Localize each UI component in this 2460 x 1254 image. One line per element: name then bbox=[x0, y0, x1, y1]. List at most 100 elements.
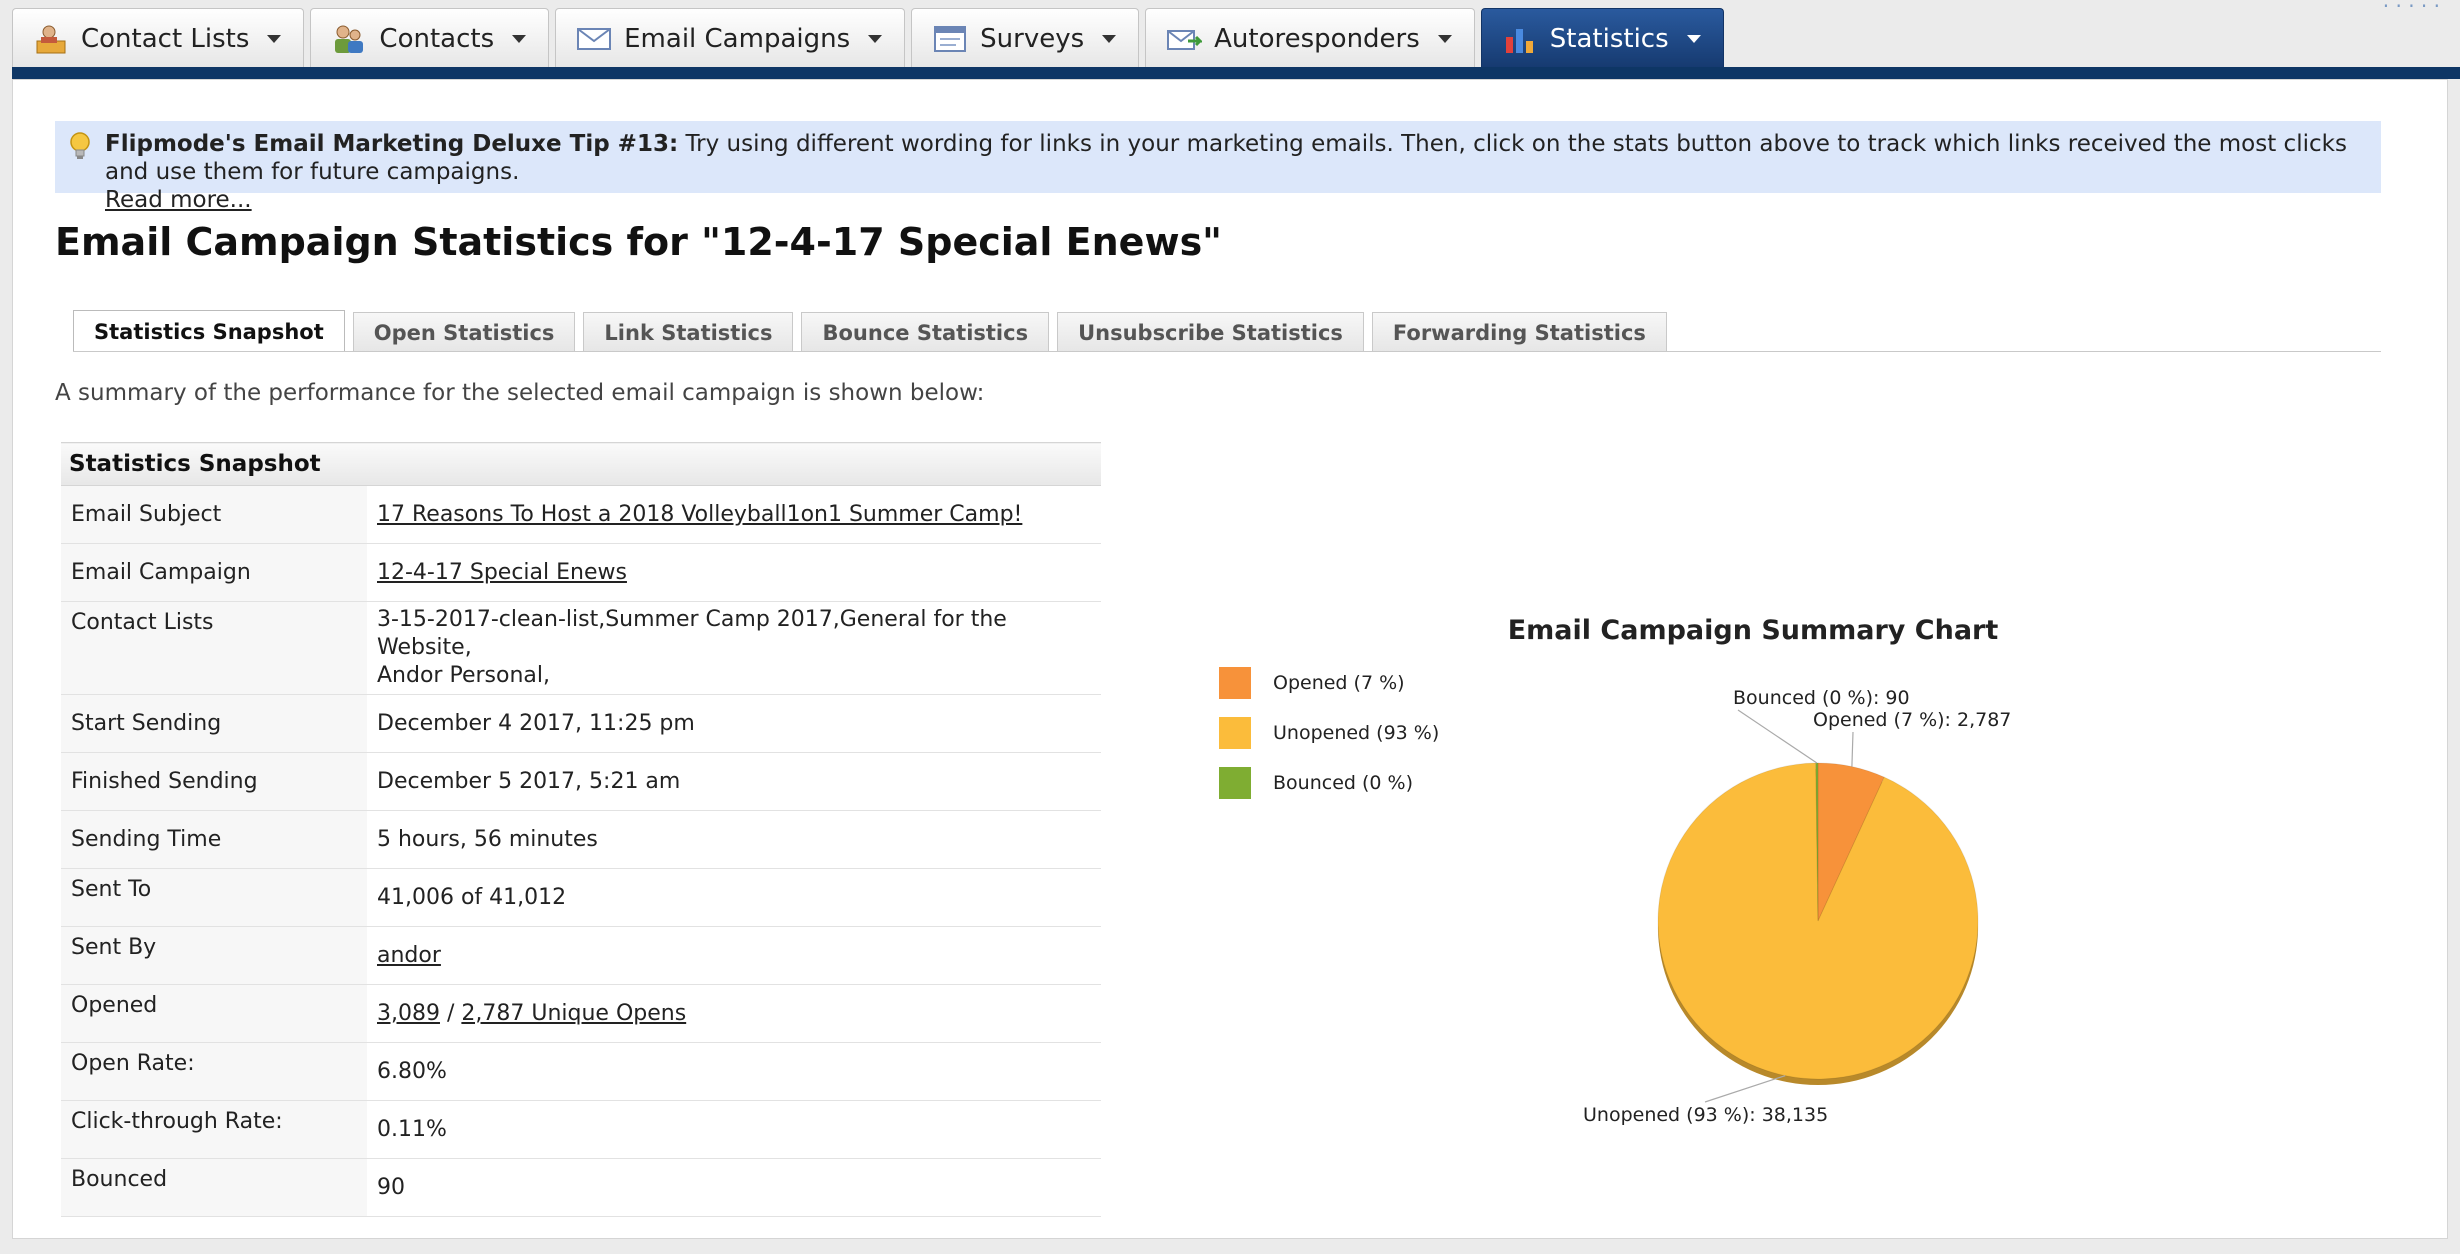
contact-lists-value: 3-15-2017-clean-list,Summer Camp 2017,Ge… bbox=[377, 607, 1007, 660]
nav-tab-label: Surveys bbox=[980, 23, 1085, 54]
sent-to-value: 41,006 of 41,012 bbox=[367, 868, 1101, 927]
statistics-snapshot-table: Statistics Snapshot Email Subject 17 Rea… bbox=[61, 442, 1101, 1217]
chevron-down-icon bbox=[1102, 34, 1117, 43]
start-sending-value: December 4 2017, 11:25 pm bbox=[367, 694, 1101, 753]
table-row-click-through-rate: Click-through Rate: 0.11% bbox=[61, 1100, 1101, 1159]
survey-icon bbox=[932, 23, 968, 55]
nav-tab-label: Contacts bbox=[379, 23, 495, 54]
row-label: Email Subject bbox=[61, 485, 367, 544]
subtab-divider bbox=[73, 351, 2381, 352]
lightbulb-icon bbox=[67, 131, 93, 161]
sent-by-link[interactable]: andor bbox=[377, 943, 441, 968]
tab-link-statistics[interactable]: Link Statistics bbox=[583, 312, 794, 352]
table-row-finished-sending: Finished Sending December 5 2017, 5:21 a… bbox=[61, 752, 1101, 811]
table-row-bounced: Bounced 90 bbox=[61, 1158, 1101, 1217]
leader-line-bounced bbox=[1737, 709, 1818, 764]
legend-item-unopened: Unopened (93 %) bbox=[1219, 708, 1439, 758]
content-panel: Flipmode's Email Marketing Deluxe Tip #1… bbox=[12, 79, 2448, 1239]
opens-separator: / bbox=[439, 1001, 462, 1026]
legend-label: Opened (7 %) bbox=[1273, 672, 1405, 694]
row-label: Sending Time bbox=[61, 810, 367, 869]
table-row-contact-lists: Contact Lists 3-15-2017-clean-list,Summe… bbox=[61, 601, 1101, 695]
email-campaign-link[interactable]: 12-4-17 Special Enews bbox=[377, 560, 627, 585]
read-more-link[interactable]: Read more... bbox=[105, 187, 252, 213]
nav-tab-label: Email Campaigns bbox=[624, 23, 851, 54]
email-subject-link[interactable]: 17 Reasons To Host a 2018 Volleyball1on1… bbox=[377, 502, 1022, 527]
chevron-down-icon bbox=[1437, 34, 1452, 43]
legend-swatch-unopened bbox=[1219, 717, 1251, 749]
tab-forwarding-statistics[interactable]: Forwarding Statistics bbox=[1371, 312, 1667, 352]
leader-line-unopened bbox=[1704, 1075, 1786, 1103]
nav-tab-contact-lists[interactable]: Contact Lists bbox=[12, 8, 305, 68]
row-label: Bounced bbox=[61, 1158, 367, 1217]
summary-pie-chart: Opened (7 %): 2,787 Unopened (93 %): 38,1… bbox=[1583, 687, 2011, 1126]
row-label: Click-through Rate: bbox=[61, 1100, 367, 1159]
summary-text: A summary of the performance for the sel… bbox=[55, 380, 985, 406]
contact-lists-icon bbox=[33, 23, 69, 55]
tip-title: Flipmode's Email Marketing Deluxe Tip #1… bbox=[105, 131, 679, 157]
chart-title: Email Campaign Summary Chart bbox=[1507, 615, 1999, 646]
legend-item-opened: Opened (7 %) bbox=[1219, 658, 1439, 708]
table-row-open-rate: Open Rate: 6.80% bbox=[61, 1042, 1101, 1101]
slice-label-opened: Opened (7 %): 2,787 bbox=[1813, 709, 2011, 731]
tab-unsubscribe-statistics[interactable]: Unsubscribe Statistics bbox=[1057, 312, 1364, 352]
row-label: Sent To bbox=[61, 868, 367, 927]
chevron-down-icon bbox=[1686, 34, 1701, 43]
row-label: Start Sending bbox=[61, 694, 367, 753]
table-heading: Statistics Snapshot bbox=[61, 442, 1101, 486]
slice-label-bounced: Bounced (0 %): 90 bbox=[1733, 687, 1910, 709]
table-row-sent-by: Sent By andor bbox=[61, 926, 1101, 985]
tab-statistics-snapshot[interactable]: Statistics Snapshot bbox=[73, 310, 345, 352]
envelope-icon bbox=[576, 23, 612, 55]
main-nav: Contact Lists Contacts Email Campaigns S… bbox=[12, 8, 1724, 68]
top-bar: · · · · · Contact Lists Contacts Email C… bbox=[0, 0, 2460, 72]
row-label: Open Rate: bbox=[61, 1042, 367, 1101]
tab-open-statistics[interactable]: Open Statistics bbox=[352, 312, 576, 352]
tab-bounce-statistics[interactable]: Bounce Statistics bbox=[801, 312, 1050, 352]
nav-divider bbox=[12, 67, 2460, 79]
legend-label: Bounced (0 %) bbox=[1273, 772, 1413, 794]
nav-tab-email-campaigns[interactable]: Email Campaigns bbox=[555, 8, 906, 68]
chevron-down-icon bbox=[868, 34, 883, 43]
nav-tab-autoresponders[interactable]: Autoresponders bbox=[1145, 8, 1475, 68]
table-row-opened: Opened 3,089 / 2,787 Unique Opens bbox=[61, 984, 1101, 1043]
contact-lists-value-cont: Andor Personal, bbox=[377, 663, 550, 688]
legend-swatch-bounced bbox=[1219, 767, 1251, 799]
table-row-sent-to: Sent To 41,006 of 41,012 bbox=[61, 868, 1101, 927]
row-label: Sent By bbox=[61, 926, 367, 985]
legend-label: Unopened (93 %) bbox=[1273, 722, 1440, 744]
table-row-start-sending: Start Sending December 4 2017, 11:25 pm bbox=[61, 694, 1101, 753]
legend-item-bounced: Bounced (0 %) bbox=[1219, 758, 1439, 808]
nav-tab-contacts[interactable]: Contacts bbox=[310, 8, 550, 68]
nav-tab-label: Autoresponders bbox=[1214, 23, 1420, 54]
bar-chart-icon bbox=[1502, 23, 1538, 55]
chart-legend: Opened (7 %) Unopened (93 %) Bounced (0 … bbox=[1219, 658, 1439, 808]
bounced-value: 90 bbox=[367, 1158, 1101, 1217]
nav-tab-surveys[interactable]: Surveys bbox=[911, 8, 1140, 68]
chevron-down-icon bbox=[267, 34, 282, 43]
row-label: Email Campaign bbox=[61, 543, 367, 602]
sending-time-value: 5 hours, 56 minutes bbox=[367, 810, 1101, 869]
slice-label-unopened: Unopened (93 %): 38,135 bbox=[1583, 1104, 1828, 1126]
nav-tab-statistics[interactable]: Statistics bbox=[1480, 8, 1724, 68]
unique-opens-link[interactable]: 2,787 Unique Opens bbox=[461, 1001, 686, 1026]
statistics-subtabs: Statistics Snapshot Open Statistics Link… bbox=[73, 310, 1667, 352]
row-label: Opened bbox=[61, 984, 367, 1043]
table-row-email-subject: Email Subject 17 Reasons To Host a 2018 … bbox=[61, 485, 1101, 544]
autoresponder-icon bbox=[1166, 23, 1204, 55]
open-rate-value: 6.80% bbox=[367, 1042, 1101, 1101]
table-row-email-campaign: Email Campaign 12-4-17 Special Enews bbox=[61, 543, 1101, 602]
nav-tab-label: Statistics bbox=[1549, 23, 1669, 54]
opens-link[interactable]: 3,089 bbox=[377, 1001, 440, 1026]
tip-banner: Flipmode's Email Marketing Deluxe Tip #1… bbox=[55, 121, 2381, 213]
chevron-down-icon bbox=[512, 34, 527, 43]
click-through-rate-value: 0.11% bbox=[367, 1100, 1101, 1159]
table-row-sending-time: Sending Time 5 hours, 56 minutes bbox=[61, 810, 1101, 869]
page-title: Email Campaign Statistics for "12-4-17 S… bbox=[55, 220, 1222, 264]
header-links-faint: · · · · · bbox=[2382, 0, 2440, 18]
leader-line-opened bbox=[1851, 731, 1854, 767]
finished-sending-value: December 5 2017, 5:21 am bbox=[367, 752, 1101, 811]
contacts-icon bbox=[331, 23, 367, 55]
row-label: Finished Sending bbox=[61, 752, 367, 811]
legend-swatch-opened bbox=[1219, 667, 1251, 699]
